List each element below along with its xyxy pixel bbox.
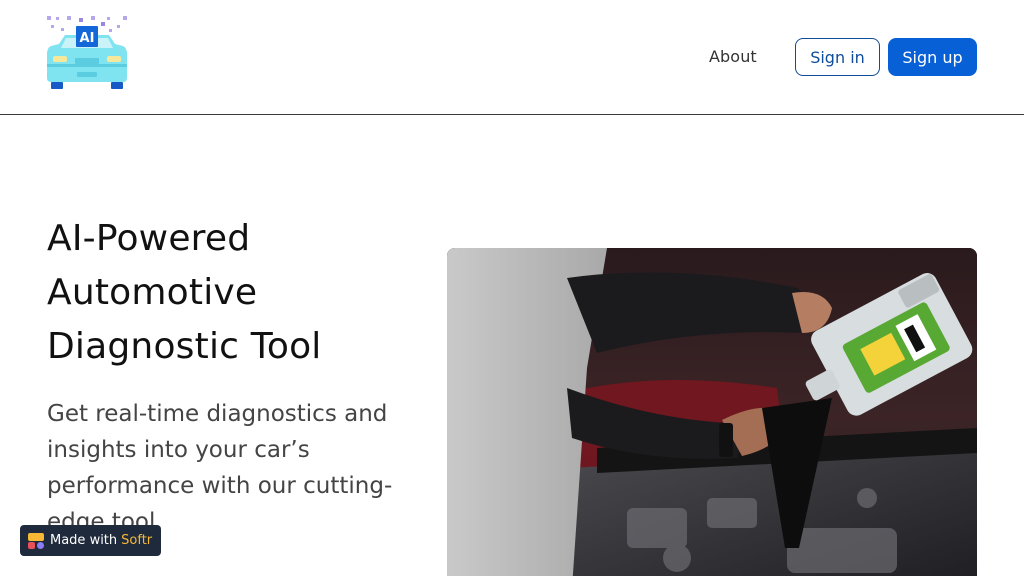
sign-up-button[interactable]: Sign up [888,38,977,76]
badge-prefix: Made with [50,533,118,548]
site-header: AI About Sign in Sign up [0,0,1024,115]
mechanic-illustration [447,248,977,576]
nav-about-link[interactable]: About [709,47,757,66]
hero-subtitle: Get real-time diagnostics and insights i… [47,401,393,535]
hero-image-mechanic-pouring-oil [447,248,977,576]
softr-logo-icon [28,532,44,549]
badge-brand: Softr [121,533,153,548]
ai-car-logo[interactable]: AI [47,16,127,98]
hero-title: AI-Powered Automotive Diagnostic Tool [47,218,322,367]
sign-in-button[interactable]: Sign in [795,38,880,76]
logo-ai-text: AI [80,31,95,46]
made-with-softr-badge[interactable]: Made with Softr [20,525,161,556]
